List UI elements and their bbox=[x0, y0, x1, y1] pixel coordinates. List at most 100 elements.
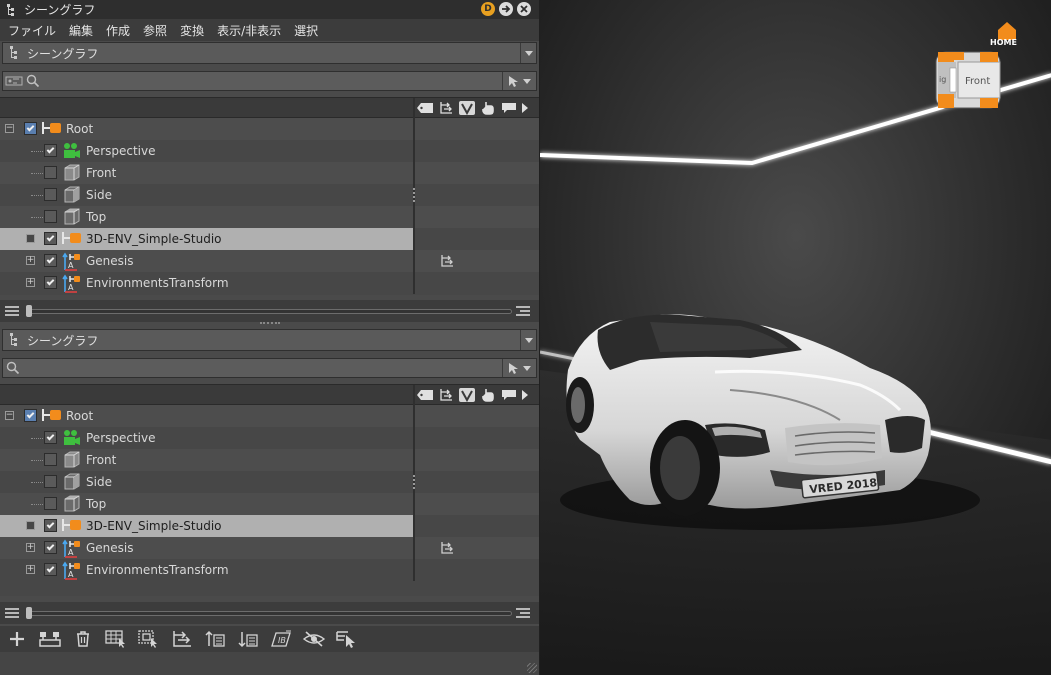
scenegraph-selector-2[interactable]: シーングラフ bbox=[2, 329, 537, 351]
menu-file[interactable]: ファイル bbox=[8, 22, 56, 39]
search-input[interactable] bbox=[40, 72, 502, 90]
tree-row-columns bbox=[415, 228, 539, 250]
expand-toggle[interactable] bbox=[26, 234, 35, 243]
more-arrow-icon[interactable] bbox=[521, 387, 529, 403]
visibility-checkbox[interactable] bbox=[44, 563, 57, 576]
visibility-checkbox[interactable] bbox=[44, 475, 57, 488]
tree-row-columns bbox=[415, 272, 539, 294]
collapse-toggle[interactable]: − bbox=[5, 411, 14, 420]
visibility-checkbox[interactable] bbox=[24, 409, 37, 422]
tag-icon[interactable] bbox=[416, 100, 434, 116]
close-button[interactable] bbox=[517, 2, 531, 16]
tree-row-label: Top bbox=[86, 497, 107, 511]
search-input[interactable] bbox=[20, 359, 502, 377]
select-grid-icon[interactable] bbox=[105, 629, 127, 649]
navigation-cube[interactable]: Front ig bbox=[935, 51, 1001, 109]
visibility-v-icon[interactable] bbox=[458, 387, 476, 403]
chevron-down-icon[interactable] bbox=[520, 330, 536, 350]
delete-icon[interactable] bbox=[72, 629, 94, 649]
column-splitter-grip[interactable] bbox=[413, 475, 415, 489]
transform-tool-icon[interactable] bbox=[171, 629, 193, 649]
tree-branch-line bbox=[31, 217, 43, 218]
list-expanded-icon[interactable] bbox=[516, 306, 530, 316]
expand-toggle[interactable]: + bbox=[26, 278, 35, 287]
touch-icon[interactable] bbox=[479, 387, 497, 403]
list-compact-icon[interactable] bbox=[5, 306, 19, 316]
list-expanded-icon[interactable] bbox=[516, 608, 530, 618]
visibility-checkbox[interactable] bbox=[24, 122, 37, 135]
visibility-checkbox[interactable] bbox=[44, 453, 57, 466]
zoom-slider-knob[interactable] bbox=[26, 305, 32, 317]
list-compact-icon[interactable] bbox=[5, 608, 19, 618]
scenegraph-selector-1[interactable]: シーングラフ bbox=[2, 42, 537, 64]
chevron-down-icon[interactable] bbox=[520, 43, 536, 63]
transform-column-icon[interactable] bbox=[440, 541, 454, 558]
tag-icon[interactable] bbox=[416, 387, 434, 403]
expand-toggle[interactable] bbox=[26, 521, 35, 530]
tree-row-columns bbox=[415, 427, 539, 449]
menu-select[interactable]: 選択 bbox=[294, 22, 318, 39]
visibility-checkbox[interactable] bbox=[44, 188, 57, 201]
svg-text:A: A bbox=[68, 283, 74, 292]
column-splitter-grip[interactable] bbox=[413, 188, 415, 202]
tree-row-columns bbox=[415, 471, 539, 493]
move-up-icon[interactable] bbox=[204, 629, 226, 649]
zoom-slider-track[interactable] bbox=[26, 309, 512, 314]
collapse-toggle[interactable]: − bbox=[5, 124, 14, 133]
select-cursor-icon[interactable] bbox=[336, 629, 358, 649]
visibility-checkbox[interactable] bbox=[44, 276, 57, 289]
tree-branch-line bbox=[31, 438, 43, 439]
visibility-checkbox[interactable] bbox=[44, 210, 57, 223]
touch-icon[interactable] bbox=[479, 100, 497, 116]
group-orange-icon bbox=[62, 517, 82, 535]
transform-column-icon[interactable] bbox=[437, 387, 455, 403]
column-divider[interactable] bbox=[413, 118, 415, 294]
menu-show-hide[interactable]: 表示/非表示 bbox=[217, 22, 281, 39]
expand-toggle[interactable]: + bbox=[26, 565, 35, 574]
visibility-checkbox[interactable] bbox=[44, 144, 57, 157]
dock-badge-button[interactable]: D bbox=[481, 2, 495, 16]
select-box-icon[interactable] bbox=[138, 629, 160, 649]
selection-mode-dropdown[interactable] bbox=[502, 72, 536, 90]
rename-icon[interactable]: IB bbox=[270, 629, 292, 649]
zoom-slider-knob[interactable] bbox=[26, 607, 32, 619]
hide-icon[interactable] bbox=[303, 629, 325, 649]
zoom-slider-bar-2 bbox=[0, 602, 539, 624]
menu-create[interactable]: 作成 bbox=[106, 22, 130, 39]
top-camera-icon bbox=[62, 208, 82, 226]
tree-row-label: Top bbox=[86, 210, 107, 224]
comment-icon[interactable] bbox=[500, 387, 518, 403]
render-viewport[interactable]: VRED 2018 HOME Front ig bbox=[539, 0, 1051, 675]
visibility-checkbox[interactable] bbox=[44, 519, 57, 532]
move-down-icon[interactable] bbox=[237, 629, 259, 649]
selection-mode-dropdown[interactable] bbox=[502, 359, 536, 377]
column-divider[interactable] bbox=[413, 405, 415, 581]
menu-reference[interactable]: 参照 bbox=[143, 22, 167, 39]
transform-column-icon[interactable] bbox=[437, 100, 455, 116]
visibility-checkbox[interactable] bbox=[44, 541, 57, 554]
more-arrow-icon[interactable] bbox=[521, 100, 529, 116]
visibility-checkbox[interactable] bbox=[44, 232, 57, 245]
tree-header bbox=[0, 98, 539, 118]
visibility-checkbox[interactable] bbox=[44, 431, 57, 444]
visibility-checkbox[interactable] bbox=[44, 497, 57, 510]
tree-row-columns bbox=[415, 449, 539, 471]
visibility-checkbox[interactable] bbox=[44, 166, 57, 179]
svg-text:A: A bbox=[68, 570, 74, 579]
visibility-checkbox[interactable] bbox=[44, 254, 57, 267]
zoom-slider-track[interactable] bbox=[26, 611, 512, 616]
filter-tag-icon[interactable] bbox=[5, 75, 23, 87]
resize-grip[interactable] bbox=[527, 663, 537, 673]
group-icon[interactable] bbox=[39, 629, 61, 649]
window-title-bar[interactable]: シーングラフ D bbox=[0, 0, 539, 19]
add-icon[interactable] bbox=[6, 629, 28, 649]
menu-transform[interactable]: 変換 bbox=[180, 22, 204, 39]
splitter-handle[interactable] bbox=[260, 322, 280, 326]
transform-column-icon[interactable] bbox=[440, 254, 454, 271]
expand-toggle[interactable]: + bbox=[26, 256, 35, 265]
menu-edit[interactable]: 編集 bbox=[69, 22, 93, 39]
expand-toggle[interactable]: + bbox=[26, 543, 35, 552]
visibility-v-icon[interactable] bbox=[458, 100, 476, 116]
comment-icon[interactable] bbox=[500, 100, 518, 116]
float-arrow-button[interactable] bbox=[499, 2, 513, 16]
